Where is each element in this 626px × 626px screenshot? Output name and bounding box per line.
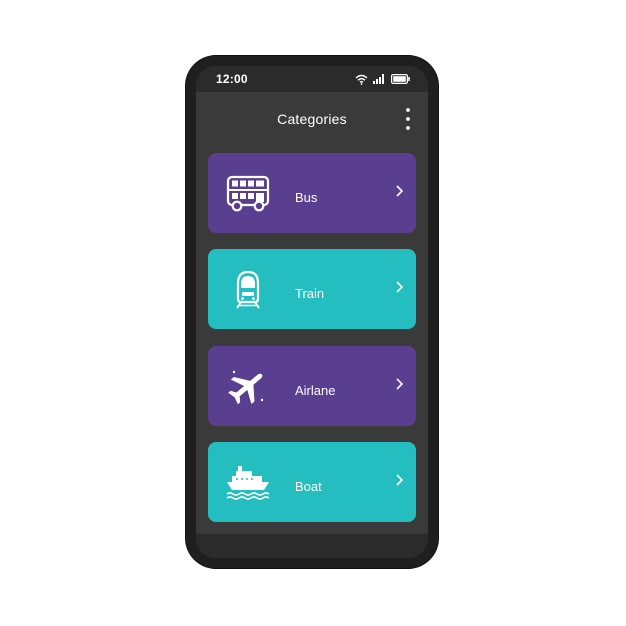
category-label-bus: Bus xyxy=(295,190,318,205)
status-bar: 12:00 xyxy=(196,66,428,92)
category-card-train[interactable]: Train xyxy=(208,249,416,329)
app-screen: 12:00 Categories Bus Train Airlane Boat xyxy=(196,66,428,558)
bus-icon xyxy=(226,175,270,212)
chevron-right-icon xyxy=(396,378,404,390)
more-options-button[interactable] xyxy=(402,106,414,132)
train-icon xyxy=(236,270,260,309)
category-card-airplane[interactable]: Airlane xyxy=(208,346,416,426)
chevron-right-icon xyxy=(396,185,404,197)
battery-icon xyxy=(391,74,410,84)
category-card-bus[interactable]: Bus xyxy=(208,153,416,233)
status-time: 12:00 xyxy=(216,72,248,86)
page-title: Categories xyxy=(277,111,347,127)
wifi-icon xyxy=(355,74,368,85)
category-label-boat: Boat xyxy=(295,479,322,494)
airplane-icon xyxy=(228,370,264,405)
status-icons xyxy=(355,73,410,85)
more-vertical-icon xyxy=(406,108,410,130)
bottom-bar xyxy=(196,534,428,558)
chevron-right-icon xyxy=(396,281,404,293)
category-label-train: Train xyxy=(295,286,325,301)
category-card-boat[interactable]: Boat xyxy=(208,442,416,522)
chevron-right-icon xyxy=(396,474,404,486)
signal-icon xyxy=(373,74,384,84)
boat-icon xyxy=(226,466,270,500)
category-label-airplane: Airlane xyxy=(295,383,336,398)
app-header: Categories xyxy=(196,92,428,148)
